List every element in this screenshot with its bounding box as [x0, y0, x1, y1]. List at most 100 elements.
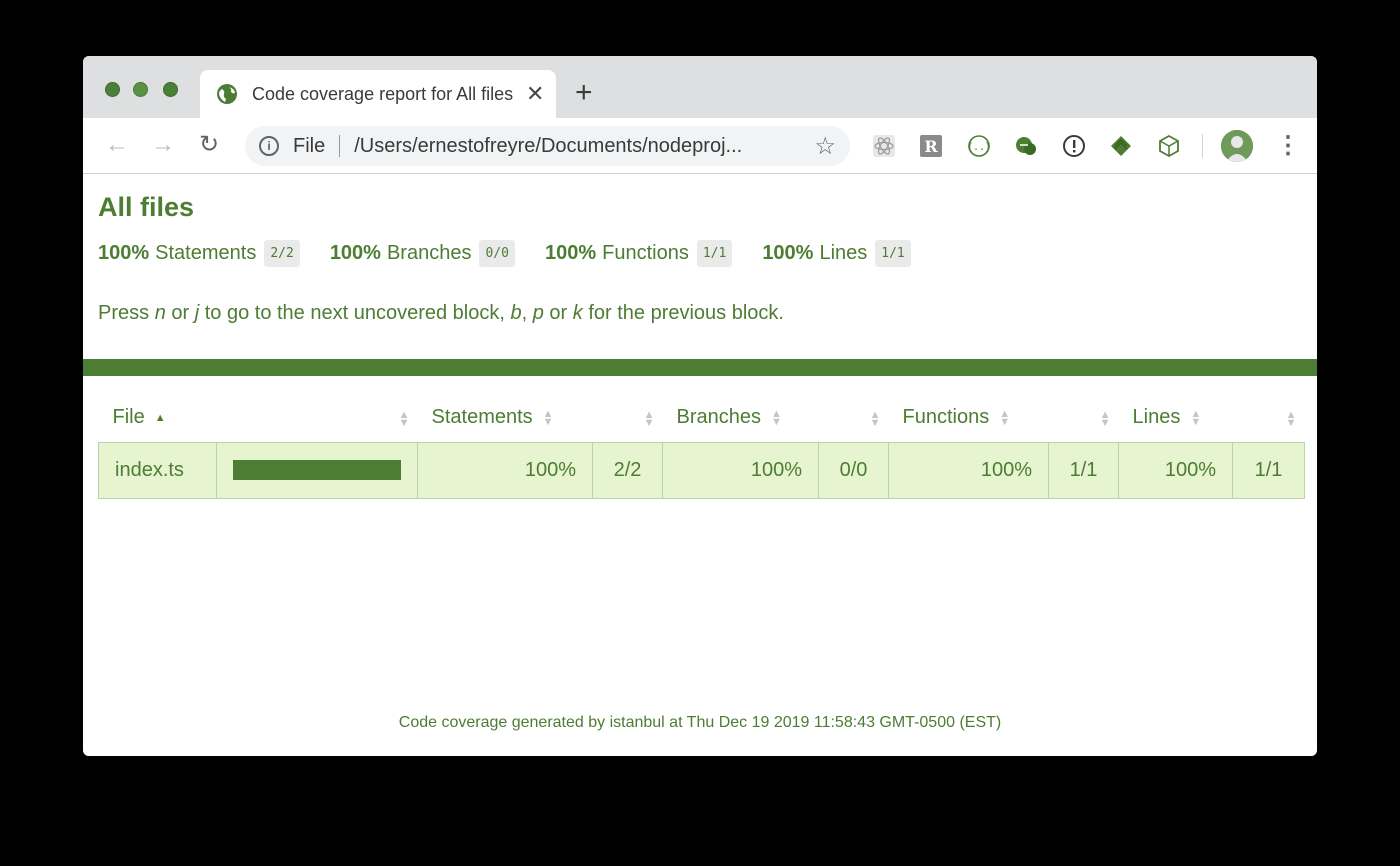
r-extension-icon[interactable]: R	[919, 134, 943, 158]
column-header-lines-raw[interactable]: ▲ ▼	[1233, 394, 1305, 442]
summary-label: Branches	[386, 242, 472, 264]
coverage-summary: 100% Statements 2/2 100% Branches 0/0 10…	[98, 240, 941, 267]
header-label: Functions	[902, 406, 990, 429]
summary-pct: 100%	[98, 242, 150, 264]
branches-raw: 0/0	[818, 441, 889, 499]
statements-raw: 2/2	[592, 441, 663, 499]
table-header-row: File ▲ ▲ ▼ Statements ▲ ▼ ▲ ▼ Branches ▲ ▼ ▲ ▼ F…	[99, 394, 1305, 442]
file-name-link[interactable]: index.ts	[98, 441, 217, 499]
json-extension-icon[interactable]: {..}	[967, 134, 991, 158]
page-title: All files	[98, 192, 195, 222]
tab-title: Code coverage report for All files	[252, 83, 514, 104]
summary-label: Lines	[819, 242, 868, 264]
react-extension-icon[interactable]	[872, 134, 896, 158]
browser-window: Code coverage report for All files ✕ + ←…	[83, 56, 1317, 756]
reload-icon[interactable]: ↻	[199, 132, 219, 158]
header-label: Lines	[1132, 406, 1181, 429]
cube-extension-icon[interactable]	[1157, 134, 1181, 158]
omnibox-separator	[339, 135, 341, 157]
summary-fraction: 2/2	[264, 240, 300, 267]
hint-text: or	[543, 302, 573, 324]
column-header-file[interactable]: File ▲	[99, 394, 217, 442]
window-close-button[interactable]	[105, 82, 120, 97]
info-icon[interactable]: i	[259, 136, 279, 156]
back-arrow-icon[interactable]: ←	[105, 132, 129, 158]
hint-text: for the previous block.	[582, 302, 784, 324]
summary-label: Functions	[602, 242, 689, 264]
new-tab-button[interactable]: +	[575, 78, 593, 108]
summary-label: Statements	[155, 242, 257, 264]
sort-icon[interactable]: ▲ ▼	[1190, 408, 1201, 427]
functions-raw: 1/1	[1048, 441, 1119, 499]
hint-key: p	[532, 302, 544, 324]
summary-lines: 100% Lines 1/1	[762, 240, 911, 267]
column-header-functions[interactable]: Functions ▲ ▼	[889, 394, 1049, 442]
sort-icon[interactable]: ▲ ▼	[543, 408, 554, 427]
coverage-bar	[233, 460, 401, 480]
address-bar[interactable]: i File /Users/ernestofreyre/Documents/no…	[245, 126, 850, 166]
header-label: File	[112, 406, 145, 429]
page-footer: Code coverage generated by istanbul at T…	[398, 714, 1002, 731]
summary-branches: 100% Branches 0/0	[330, 240, 515, 267]
summary-fraction: 1/1	[875, 240, 911, 267]
branches-pct: 100%	[662, 441, 819, 499]
hint-text: Press	[98, 302, 155, 324]
window-maximize-button[interactable]	[163, 82, 178, 97]
header-label: Branches	[676, 406, 762, 429]
table-row: index.ts 100% 2/2 100% 0/0 100% 1/1 100%…	[98, 441, 1305, 499]
summary-pct: 100%	[544, 242, 597, 264]
svg-text:{..}: {..}	[967, 142, 991, 153]
coverage-bar-cell	[216, 441, 418, 499]
sort-icon[interactable]: ▲ ▼	[1100, 410, 1111, 429]
url-text[interactable]: /Users/ernestofreyre/Documents/nodeproj.…	[354, 135, 794, 158]
summary-functions: 100% Functions 1/1	[544, 240, 733, 267]
hint-text: or	[165, 302, 195, 324]
summary-pct: 100%	[762, 242, 814, 264]
column-header-branches[interactable]: Branches ▲ ▼	[663, 394, 819, 442]
sort-icon[interactable]: ▲ ▼	[399, 410, 410, 429]
profile-avatar[interactable]	[1221, 130, 1253, 162]
window-minimize-button[interactable]	[133, 82, 148, 97]
column-header-statements-raw[interactable]: ▲ ▼	[593, 394, 663, 442]
sort-icon[interactable]: ▲ ▼	[870, 410, 881, 429]
summary-pct: 100%	[329, 242, 381, 264]
tab-active[interactable]: Code coverage report for All files ✕	[200, 70, 556, 118]
lines-pct: 100%	[1118, 441, 1233, 499]
column-header-functions-raw[interactable]: ▲ ▼	[1049, 394, 1119, 442]
alert-extension-icon[interactable]	[1062, 134, 1086, 158]
summary-fraction: 1/1	[696, 240, 733, 267]
sort-icon[interactable]: ▲ ▼	[999, 408, 1010, 427]
layers-extension-icon[interactable]	[1109, 134, 1133, 158]
sort-icon[interactable]: ▲ ▼	[644, 410, 655, 429]
coverage-table: File ▲ ▲ ▼ Statements ▲ ▼ ▲ ▼ Branches ▲ ▼ ▲ ▼ F…	[98, 394, 1305, 499]
hint-key: b	[510, 302, 522, 324]
toolbar-divider	[1202, 134, 1203, 158]
close-tab-icon[interactable]: ✕	[526, 83, 544, 105]
page-content: All files 100% Statements 2/2 100% Branc…	[83, 174, 1317, 756]
sort-icon[interactable]: ▲ ▼	[771, 408, 782, 427]
column-header-file-bar[interactable]: ▲ ▼	[217, 394, 418, 442]
svg-text:R: R	[924, 137, 938, 156]
profile-icon	[1221, 130, 1253, 162]
menu-dots-icon[interactable]: ⋮	[1276, 130, 1300, 162]
globe-icon	[217, 84, 237, 104]
hint-text: to go to the next uncovered block,	[199, 302, 511, 324]
summary-fraction: 0/0	[479, 240, 515, 267]
hint-key: n	[154, 302, 166, 324]
column-header-branches-raw[interactable]: ▲ ▼	[819, 394, 889, 442]
column-header-statements[interactable]: Statements ▲ ▼	[418, 394, 593, 442]
functions-pct: 100%	[888, 441, 1049, 499]
sort-icon[interactable]: ▲ ▼	[1286, 410, 1297, 429]
statements-pct: 100%	[417, 441, 593, 499]
browser-toolbar: ← → ↻ i File /Users/ernestofreyre/Docume…	[83, 118, 1317, 174]
forward-arrow-icon[interactable]: →	[151, 132, 175, 158]
hint-key: k	[572, 302, 583, 324]
column-header-lines[interactable]: Lines ▲ ▼	[1119, 394, 1233, 442]
chat-extension-icon[interactable]	[1014, 134, 1038, 158]
sort-asc-icon[interactable]: ▲	[155, 412, 166, 423]
lines-raw: 1/1	[1232, 441, 1305, 499]
tab-strip: Code coverage report for All files ✕ +	[83, 56, 1317, 118]
coverage-status-bar	[83, 359, 1317, 376]
url-scheme-label: File	[293, 134, 326, 157]
bookmark-star-icon[interactable]: ☆	[814, 132, 836, 161]
